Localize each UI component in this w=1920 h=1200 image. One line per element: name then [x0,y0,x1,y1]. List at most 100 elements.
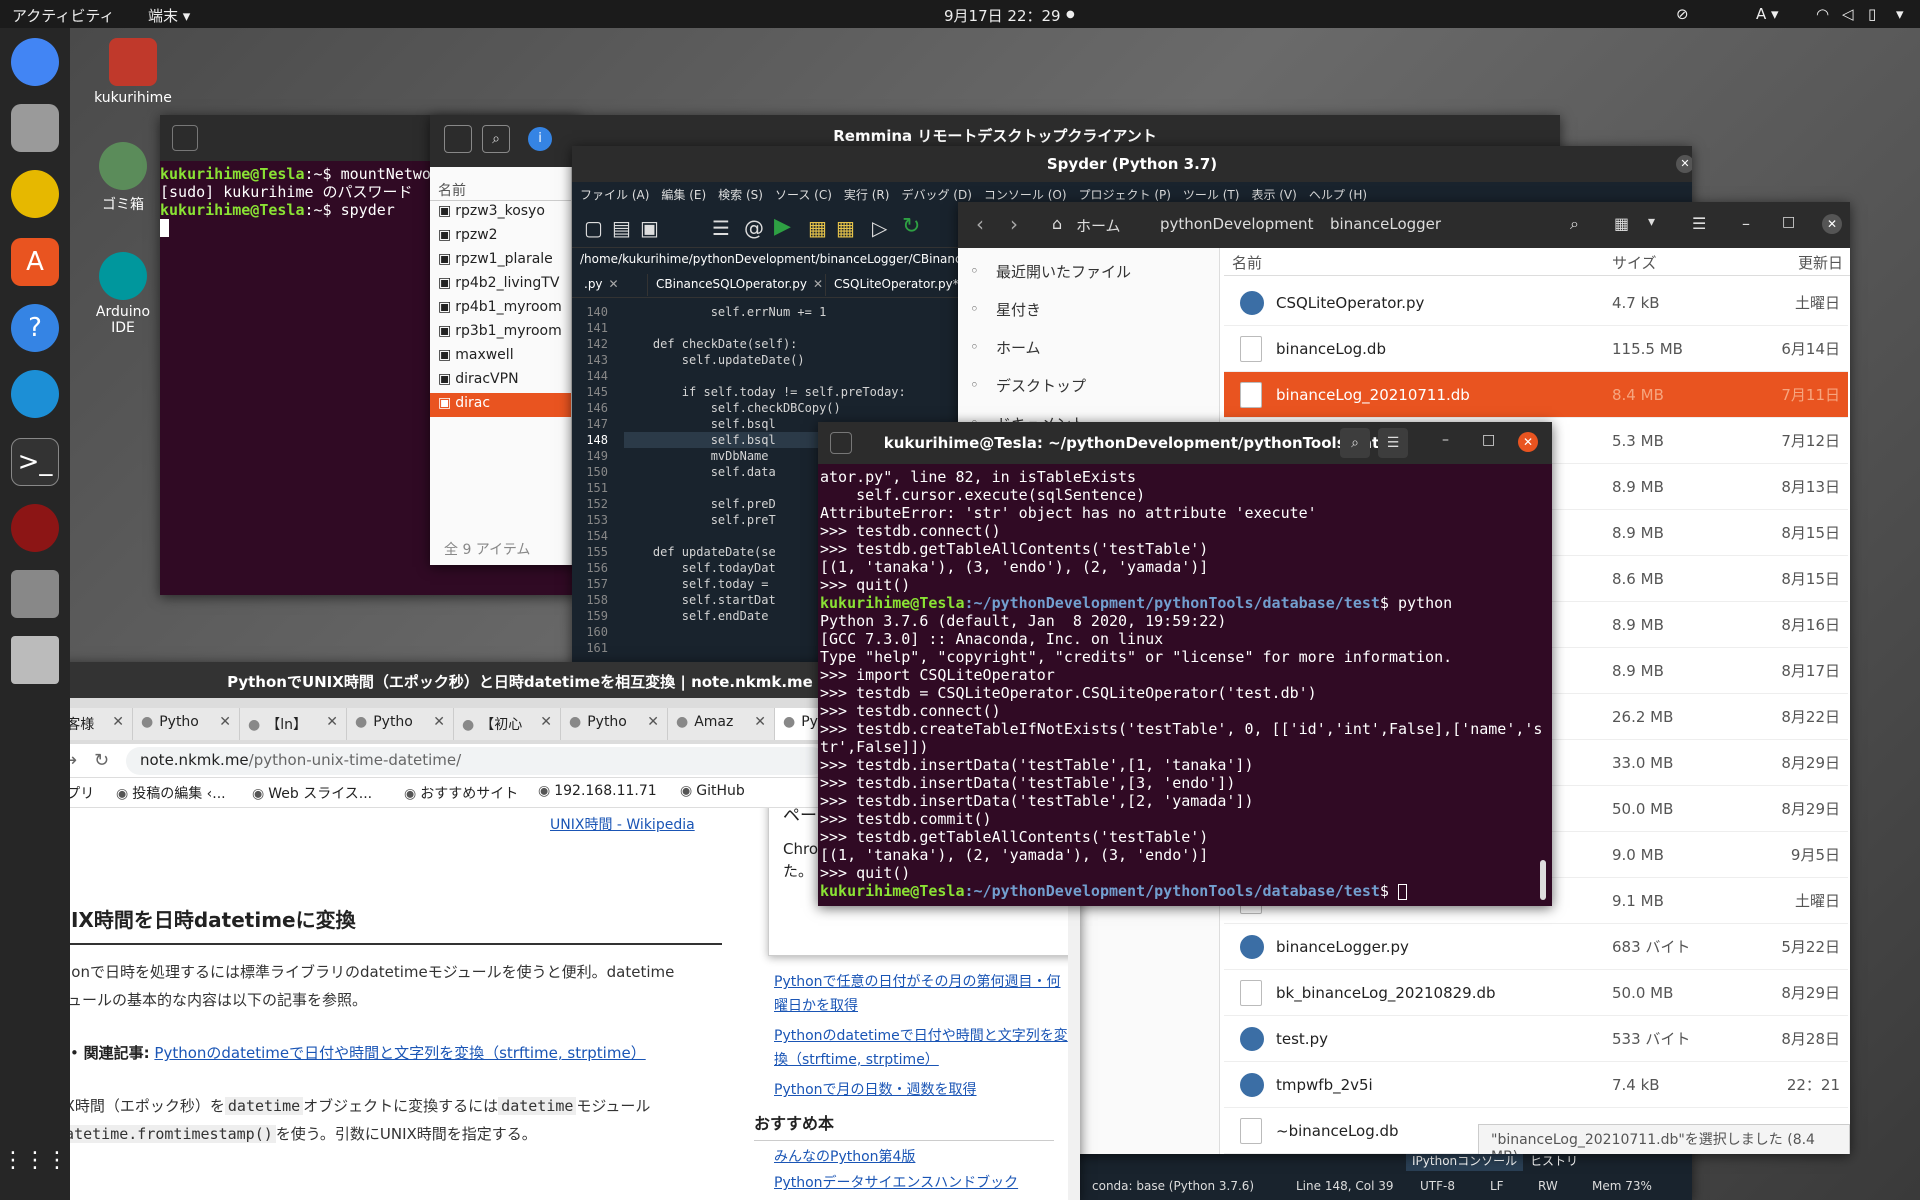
terminal2-output[interactable]: ator.py", line 82, in isTableExists self… [820,468,1542,900]
spyder-icon[interactable] [11,504,59,552]
book-link[interactable]: Pythonによるデータ分析入門 第2版 [774,1196,1074,1200]
breadcrumb-pythondevelopment[interactable]: pythonDevelopment [1160,215,1313,233]
minimize-icon[interactable]: – [1742,214,1750,233]
back-icon[interactable]: ‹ [976,212,984,236]
menu-item[interactable]: 検索 (S) [718,188,763,202]
menu-item[interactable]: 編集 (E) [661,188,706,202]
menu-item[interactable]: コンソール (O) [984,188,1067,202]
book-link[interactable]: Pythonデータサイエンスハンドブック [774,1170,1074,1196]
bookmark[interactable]: ◉ 投稿の編集 ‹... [116,783,226,803]
chromium-icon[interactable] [11,38,59,86]
remmina-icon[interactable] [11,370,59,418]
wiki-link[interactable]: UNIX時間 - Wikipedia [550,814,695,834]
terminal-window-2[interactable]: kukurihime@Tesla: ~/pythonDevelopment/py… [818,422,1552,906]
menu-icon[interactable]: ☰ [1692,214,1706,233]
browser-tab[interactable]: ● 【ln】 ✕ [240,708,347,740]
show-apps-icon[interactable]: ⋮⋮⋮ [2,1136,68,1184]
browser-tab[interactable]: ● Amaz ✕ [668,708,775,740]
clock[interactable]: 9月17日 22：29 [944,5,1061,26]
database-icon[interactable] [11,570,59,618]
breadcrumb-home[interactable]: ホーム [1076,215,1121,236]
menu-item[interactable]: ツール (T) [1183,188,1240,202]
sidebar-link[interactable]: Pythonで月の日数・週数を取得 [774,1078,1074,1102]
app-menu[interactable]: 端末 ▾ [148,5,190,26]
editor-tab[interactable]: .py ✕ [578,274,648,296]
software-icon[interactable]: A [11,238,59,286]
help-icon[interactable]: ? [11,304,59,352]
browser-tab[interactable]: ● 【初心 ✕ [454,708,561,740]
remmina-item[interactable]: ▣ dirac [430,393,571,417]
run-cell-icon[interactable]: ▦ [808,216,827,240]
bookmark[interactable]: ◉ GitHub [680,783,745,799]
remmina-item[interactable]: ▣ diracVPN [430,369,571,393]
remmina-item[interactable]: ▣ maxwell [430,345,571,369]
info-icon[interactable]: i [528,127,552,151]
related-link[interactable]: Pythonのdatetimeで日付や時間と文字列を変換（strftime, s… [154,1044,645,1062]
editor-tab[interactable]: CSQLiteOperator.py*✕ [828,274,962,296]
remmina-item[interactable]: ▣ rp4b1_myroom [430,297,571,321]
bookmark[interactable]: ◉ おすすめサイト [404,783,518,803]
file-row[interactable]: test.py 533 バイト 8月28日 [1224,1016,1848,1062]
reload-icon[interactable]: ↻ [94,750,109,771]
run-cell-advance-icon[interactable]: ▦ [836,216,855,240]
battery-icon[interactable]: ▯ [1868,5,1876,23]
activities-button[interactable]: アクティビティ [12,5,114,26]
forward-icon[interactable]: › [1010,212,1018,236]
remmina-item[interactable]: ▣ rp4b2_livingTV [430,273,571,297]
close-icon[interactable]: ✕ [1822,214,1842,234]
search-icon[interactable]: ⌕ [482,125,510,153]
sidebar-link[interactable]: Pythonで任意の日付がその月の第何週目・何曜日かを取得 [774,970,1074,1018]
terminal2-titlebar[interactable]: kukurihime@Tesla: ~/pythonDevelopment/py… [818,422,1552,464]
close-icon[interactable]: ✕ [112,714,124,730]
new-tab-icon[interactable] [172,125,198,151]
maximize-icon[interactable]: □ [1482,432,1495,448]
close-icon[interactable]: ✕ [647,714,659,730]
desktop-trash[interactable]: ゴミ箱 [88,142,158,214]
editor-tab[interactable]: CBinanceSQLOperator.py ✕ [650,274,826,296]
close-icon[interactable]: ✕ [540,714,552,730]
maximize-icon[interactable]: □ [1782,214,1795,230]
rhythmbox-icon[interactable] [11,170,59,218]
desktop-home-folder[interactable]: kukurihime [88,38,178,106]
menu-item[interactable]: ソース (C) [775,188,832,202]
run-selection-icon[interactable]: ▷ [872,216,887,240]
save-icon[interactable]: ▣ [640,216,659,240]
remmina-item[interactable]: ▣ rpzw3_kosyo [430,201,571,225]
system-menu-icon[interactable]: ▾ [1896,5,1904,23]
menu-icon[interactable]: ☰ [1378,428,1408,458]
menu-item[interactable]: ヘルプ (H) [1309,188,1367,202]
close-icon[interactable]: ✕ [609,277,619,291]
bookmark[interactable]: ◉ 192.168.11.71 [538,783,657,799]
wifi-icon[interactable]: ◠ [1816,5,1829,23]
address-bar[interactable]: note.nkmk.me/python-unix-time-datetime/ [126,747,826,775]
open-folder-icon[interactable]: ▤ [612,216,631,240]
menu-item[interactable]: デバッグ (D) [901,188,971,202]
col-date[interactable]: 更新日 [1798,252,1843,273]
search-icon[interactable]: ⌕ [1340,428,1370,458]
minimize-icon[interactable]: – [1442,432,1449,448]
book-link[interactable]: みんなのPython第4版 [774,1144,1074,1170]
volume-icon[interactable]: ◁ [1842,5,1854,23]
list-icon[interactable]: ☰ [712,216,730,240]
menu-item[interactable]: プロジェクト (P) [1079,188,1171,202]
col-size[interactable]: サイズ [1612,252,1657,273]
at-icon[interactable]: @ [744,216,764,240]
browser-tab[interactable]: ●Pytho✕ [133,708,240,740]
chevron-down-icon[interactable]: ▾ [1648,214,1655,230]
remmina-col-name[interactable]: 名前 [430,177,571,201]
browser-tab[interactable]: ●Pytho✕ [561,708,668,740]
close-icon[interactable]: ✕ [1518,432,1538,452]
file-row[interactable]: tmpwfb_2v5i 7.4 kB 22：21 [1224,1062,1848,1108]
menu-item[interactable]: ファイル (A) [580,188,649,202]
remmina-new-icon[interactable] [444,125,472,153]
col-name[interactable]: 名前 [1232,252,1262,273]
remmina-item[interactable]: ▣ rpzw1_plarale [430,249,571,273]
close-icon[interactable]: ✕ [219,714,231,730]
sidebar-item-star[interactable]: ◦ 星付き [958,290,1220,328]
file-row[interactable]: binanceLogger.py 683 バイト 5月22日 [1224,924,1848,970]
rerun-icon[interactable]: ↻ [902,214,920,239]
close-icon[interactable]: ✕ [326,714,338,730]
files-icon[interactable] [11,104,59,152]
status-icon[interactable]: ⊘ [1676,5,1689,23]
close-icon[interactable]: ✕ [813,277,823,291]
